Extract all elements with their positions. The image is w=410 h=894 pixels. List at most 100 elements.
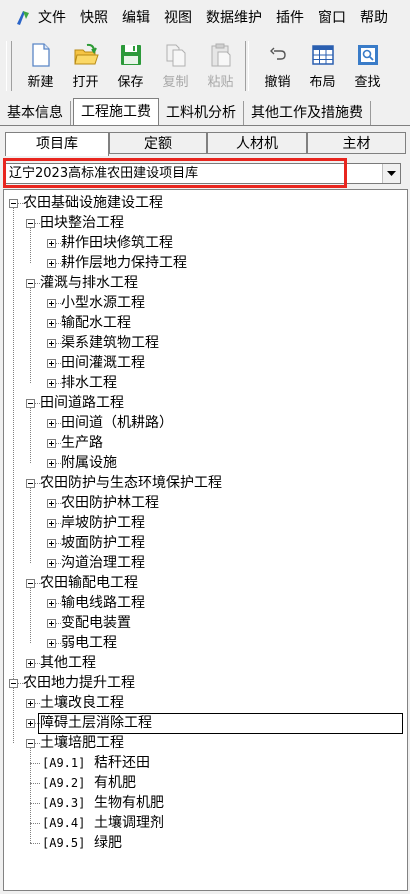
tree-node-code: [A9.5] bbox=[42, 836, 86, 850]
expand-plus-icon[interactable] bbox=[47, 459, 56, 468]
collapse-minus-icon[interactable] bbox=[26, 219, 35, 228]
paste-icon bbox=[211, 43, 230, 67]
expand-plus-icon[interactable] bbox=[26, 719, 35, 728]
paste-button[interactable]: 粘贴 bbox=[198, 37, 243, 95]
menu-data-maintenance[interactable]: 数据维护 bbox=[199, 0, 269, 36]
expand-plus-icon[interactable] bbox=[47, 539, 56, 548]
tree-connector-line bbox=[30, 823, 40, 824]
tree-node[interactable]: [A9.1] 秸秆还田 bbox=[4, 753, 407, 773]
find-button[interactable]: 查找 bbox=[345, 37, 390, 95]
expand-plus-icon[interactable] bbox=[26, 699, 35, 708]
collapse-minus-icon[interactable] bbox=[9, 679, 18, 688]
tree-node[interactable]: 田间道（机耕路） bbox=[4, 413, 407, 433]
expand-plus-icon[interactable] bbox=[47, 359, 56, 368]
tree-node[interactable]: 田间灌溉工程 bbox=[4, 353, 407, 373]
expand-plus-icon[interactable] bbox=[47, 619, 56, 628]
tree-node[interactable]: 其他工程 bbox=[4, 653, 407, 673]
tree-node[interactable]: [A9.2] 有机肥 bbox=[4, 773, 407, 793]
save-button[interactable]: 保存 bbox=[108, 37, 153, 95]
tree-node[interactable]: 弱电工程 bbox=[4, 633, 407, 653]
tree-node[interactable]: [A9.5] 绿肥 bbox=[4, 833, 407, 853]
tab-material-analysis[interactable]: 工料机分析 bbox=[159, 101, 244, 125]
layout-button[interactable]: 布局 bbox=[300, 37, 345, 95]
menu-view[interactable]: 视图 bbox=[157, 0, 199, 36]
tree-node[interactable]: 输配水工程 bbox=[4, 313, 407, 333]
collapse-minus-icon[interactable] bbox=[26, 579, 35, 588]
undo-button[interactable]: 撤销 bbox=[255, 37, 300, 95]
tab-construction-cost[interactable]: 工程施工费 bbox=[73, 98, 159, 125]
collapse-minus-icon[interactable] bbox=[26, 479, 35, 488]
tree-node[interactable]: 岸坡防护工程 bbox=[4, 513, 407, 533]
subtab-quota[interactable]: 定额 bbox=[109, 132, 207, 154]
subtab-main-material[interactable]: 主材 bbox=[307, 132, 406, 154]
expand-plus-icon[interactable] bbox=[47, 419, 56, 428]
save-button-label: 保存 bbox=[117, 75, 144, 90]
tree-node[interactable]: 农田地力提升工程 bbox=[4, 673, 407, 693]
tree-node[interactable]: 耕作层地力保持工程 bbox=[4, 253, 407, 273]
find-button-label: 查找 bbox=[354, 75, 381, 90]
expand-plus-icon[interactable] bbox=[47, 599, 56, 608]
tree-node[interactable]: 障碍土层消除工程 bbox=[4, 713, 407, 734]
tree-node-code: [A9.2] bbox=[42, 776, 86, 790]
library-select-arrow[interactable] bbox=[382, 164, 400, 183]
expand-plus-icon[interactable] bbox=[47, 499, 56, 508]
expand-plus-icon[interactable] bbox=[47, 639, 56, 648]
expand-plus-icon[interactable] bbox=[26, 659, 35, 668]
expand-plus-icon[interactable] bbox=[47, 439, 56, 448]
open-button-label: 打开 bbox=[72, 75, 99, 90]
tree-node[interactable]: 渠系建筑物工程 bbox=[4, 333, 407, 353]
tab-basic-info[interactable]: 基本信息 bbox=[0, 101, 71, 125]
tree-node[interactable]: 变配电装置 bbox=[4, 613, 407, 633]
main-tabs: 基本信息 工程施工费 工料机分析 其他工作及措施费 bbox=[0, 97, 410, 126]
tree-node[interactable]: 农田基础设施建设工程 bbox=[4, 193, 407, 213]
tree-node[interactable]: 农田防护与生态环境保护工程 bbox=[4, 473, 407, 493]
tree-node[interactable]: 沟道治理工程 bbox=[4, 553, 407, 573]
toolbar-grip[interactable] bbox=[6, 41, 12, 91]
expand-plus-icon[interactable] bbox=[47, 259, 56, 268]
tree-node[interactable]: 小型水源工程 bbox=[4, 293, 407, 313]
expand-plus-icon[interactable] bbox=[47, 519, 56, 528]
tree-node[interactable]: 土壤培肥工程 bbox=[4, 733, 407, 753]
tree-node[interactable]: [A9.4] 土壤调理剂 bbox=[4, 813, 407, 833]
tree-node[interactable]: 排水工程 bbox=[4, 373, 407, 393]
collapse-minus-icon[interactable] bbox=[26, 279, 35, 288]
library-select-highlight bbox=[3, 158, 347, 188]
tree-node-label: 变配电装置 bbox=[61, 615, 131, 631]
tree-node[interactable]: 土壤改良工程 bbox=[4, 693, 407, 713]
open-button[interactable]: 打开 bbox=[63, 37, 108, 95]
expand-plus-icon[interactable] bbox=[47, 319, 56, 328]
new-button[interactable]: 新建 bbox=[18, 37, 63, 95]
expand-plus-icon[interactable] bbox=[47, 299, 56, 308]
project-library-tree: 农田基础设施建设工程田块整治工程 耕作田块修筑工程 耕作层地力保持工程 灌溉与排水工程… bbox=[3, 189, 408, 891]
expand-plus-icon[interactable] bbox=[47, 379, 56, 388]
tree-node[interactable]: 农田输配电工程 bbox=[4, 573, 407, 593]
tree-node[interactable]: 灌溉与排水工程 bbox=[4, 273, 407, 293]
tree-node[interactable]: 田间道路工程 bbox=[4, 393, 407, 413]
copy-button[interactable]: 复制 bbox=[153, 37, 198, 95]
tree-node[interactable]: 输电线路工程 bbox=[4, 593, 407, 613]
menu-help[interactable]: 帮助 bbox=[353, 0, 395, 36]
tree-node[interactable]: 附属设施 bbox=[4, 453, 407, 473]
tree-node[interactable]: 坡面防护工程 bbox=[4, 533, 407, 553]
tree-node[interactable]: [A9.3] 生物有机肥 bbox=[4, 793, 407, 813]
subtab-labor-material-machine[interactable]: 人材机 bbox=[207, 132, 307, 154]
tree-node[interactable]: 田块整治工程 bbox=[4, 213, 407, 233]
menu-window[interactable]: 窗口 bbox=[311, 0, 353, 36]
expand-plus-icon[interactable] bbox=[47, 559, 56, 568]
tree-node-label: 农田基础设施建设工程 bbox=[23, 195, 163, 211]
expand-plus-icon[interactable] bbox=[47, 339, 56, 348]
collapse-minus-icon[interactable] bbox=[26, 739, 35, 748]
tree-node[interactable]: 生产路 bbox=[4, 433, 407, 453]
collapse-minus-icon[interactable] bbox=[26, 399, 35, 408]
menu-plugins[interactable]: 插件 bbox=[269, 0, 311, 36]
tab-other-work-measures[interactable]: 其他工作及措施费 bbox=[244, 101, 371, 125]
tree-node[interactable]: 耕作田块修筑工程 bbox=[4, 233, 407, 253]
collapse-minus-icon[interactable] bbox=[9, 199, 18, 208]
expand-plus-icon[interactable] bbox=[47, 239, 56, 248]
tree-node[interactable]: 农田防护林工程 bbox=[4, 493, 407, 513]
menu-snapshot[interactable]: 快照 bbox=[73, 0, 115, 36]
menu-file[interactable]: 文件 bbox=[36, 0, 73, 36]
tree-connector-line bbox=[30, 763, 40, 764]
subtab-project-library[interactable]: 项目库 bbox=[5, 132, 109, 156]
menu-edit[interactable]: 编辑 bbox=[115, 0, 157, 36]
